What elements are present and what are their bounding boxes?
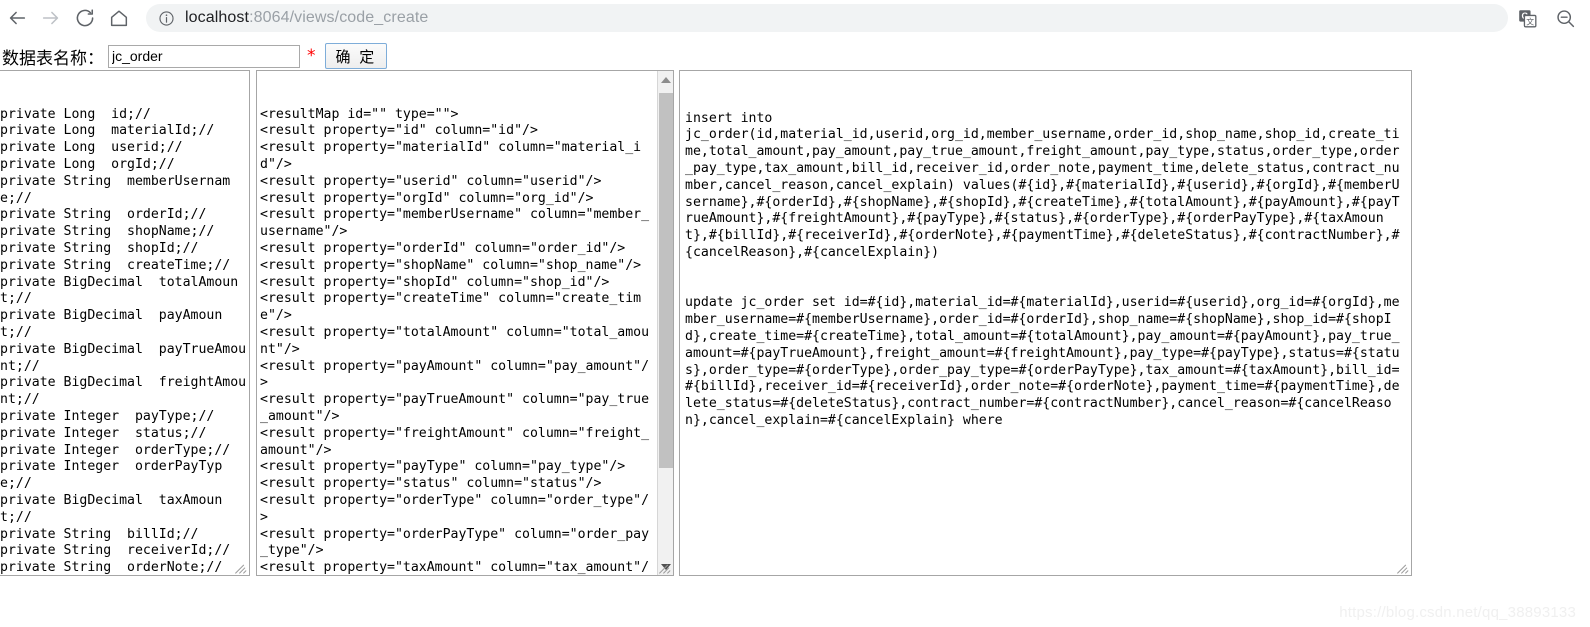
toolbar-actions: G 文 [1508,1,1590,35]
url-host: localhost [185,9,250,26]
url-path: :8064/views/code_create [249,9,429,26]
translate-button[interactable]: G 文 [1508,1,1546,35]
back-button[interactable] [0,1,34,35]
confirm-button[interactable]: 确 定 [324,43,388,69]
search-minus-icon [1556,9,1574,27]
home-button[interactable] [102,1,136,35]
watermark: https://blog.csdn.net/qq_38893133 [1339,604,1576,621]
reload-button[interactable] [68,1,102,35]
address-bar[interactable]: localhost:8064/views/code_create [146,4,1508,32]
scroll-up-arrow[interactable] [658,71,673,88]
resultmap-content: <resultMap id="" type=""> <result proper… [260,106,650,576]
browser-toolbar: localhost:8064/views/code_create G 文 [0,0,1590,36]
resize-grip[interactable] [235,561,248,574]
url-text: localhost:8064/views/code_create [185,9,428,27]
scrollbar-thumb[interactable] [659,93,673,468]
forward-button[interactable] [34,1,68,35]
sql-content: insert into jc_order(id,material_id,user… [685,110,1400,428]
svg-text:文: 文 [1526,16,1534,26]
translate-icon: G 文 [1518,9,1536,27]
table-name-form: 数据表名称： * 确 定 [0,40,388,72]
entity-fields-content: private Long id;// private Long material… [0,106,247,576]
site-info-icon[interactable] [158,10,175,27]
resultmap-scrollbar[interactable] [657,71,673,575]
reload-icon [76,9,94,27]
table-name-label: 数据表名称： [2,48,104,69]
back-arrow-icon [9,11,26,25]
table-name-input[interactable] [108,44,300,68]
zoom-out-button[interactable] [1546,1,1584,35]
entity-fields-textarea[interactable]: private Long id;// private Long material… [0,70,250,576]
sql-textarea[interactable]: insert into jc_order(id,material_id,user… [679,70,1412,576]
required-asterisk: * [307,45,316,66]
home-icon [110,10,128,27]
resultmap-textarea[interactable]: <resultMap id="" type=""> <result proper… [256,70,674,576]
resize-grip[interactable] [659,561,672,574]
forward-arrow-icon [42,11,59,25]
resize-grip[interactable] [1397,561,1410,574]
